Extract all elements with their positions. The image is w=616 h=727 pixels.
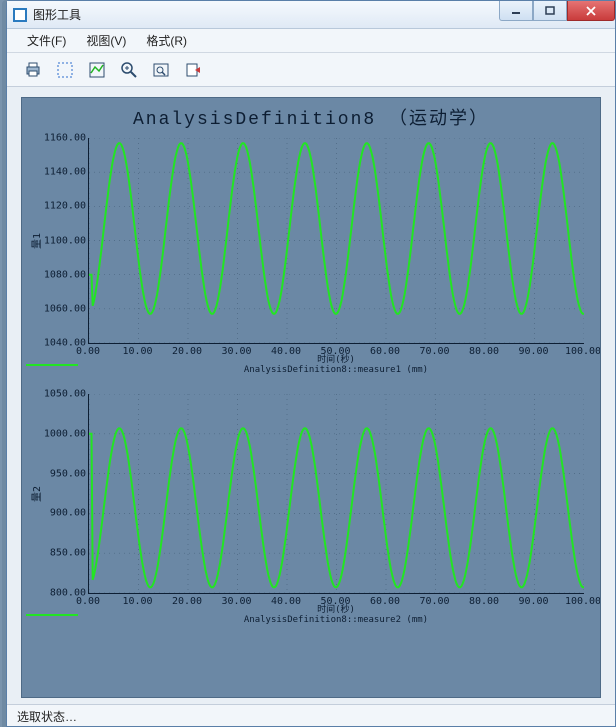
- print-button[interactable]: [21, 58, 45, 82]
- select-region-button[interactable]: [53, 58, 77, 82]
- export-button[interactable]: [181, 58, 205, 82]
- print-icon: [24, 61, 42, 79]
- ylabel-1: 量1: [28, 233, 43, 249]
- legend-line-2: [26, 614, 78, 616]
- xtick: 10.00: [122, 596, 152, 607]
- menu-format[interactable]: 格式(R): [138, 30, 195, 51]
- ytick: 1140.00: [44, 167, 86, 178]
- ytick: 950.00: [50, 468, 86, 479]
- plot-measure1[interactable]: 量1 时间(秒) AnalysisDefinition8::measure1 (…: [66, 134, 590, 380]
- xtick: 20.00: [172, 346, 202, 357]
- plot-measure2[interactable]: 量2 时间(秒) AnalysisDefinition8::measure2 (…: [66, 390, 590, 630]
- maximize-button[interactable]: [533, 1, 567, 21]
- xtick: 100.00: [565, 596, 601, 607]
- close-icon: [585, 6, 597, 16]
- ytick: 1000.00: [44, 428, 86, 439]
- axes-1: [88, 138, 584, 344]
- ytick: 1100.00: [44, 235, 86, 246]
- chart-title: AnalysisDefinition8 （运动学）: [22, 98, 600, 132]
- xtick: 30.00: [221, 346, 251, 357]
- xtick: 10.00: [122, 346, 152, 357]
- xtick: 40.00: [271, 596, 301, 607]
- xtick: 90.00: [518, 346, 548, 357]
- xtick: 90.00: [518, 596, 548, 607]
- xtick: 0.00: [76, 346, 100, 357]
- menu-view[interactable]: 视图(V): [78, 30, 134, 51]
- plot-svg-1: [89, 138, 584, 343]
- app-icon: [13, 8, 27, 22]
- ytick: 900.00: [50, 508, 86, 519]
- toggle-series-button[interactable]: [85, 58, 109, 82]
- minimize-button[interactable]: [499, 1, 533, 21]
- status-text: 选取状态…: [17, 710, 77, 724]
- statusbar: 选取状态…: [7, 704, 615, 726]
- axes-2: [88, 394, 584, 594]
- ylabel-2: 量2: [28, 486, 43, 502]
- xtick: 0.00: [76, 596, 100, 607]
- ytick: 1120.00: [44, 201, 86, 212]
- xtick: 30.00: [221, 596, 251, 607]
- subcaption-1: AnalysisDefinition8::measure1 (mm): [88, 366, 584, 376]
- xtick: 60.00: [370, 346, 400, 357]
- app-window: 图形工具 文件(F) 视图(V) 格式(R): [6, 0, 616, 727]
- toggle-series-icon: [88, 61, 106, 79]
- menu-file[interactable]: 文件(F): [19, 30, 74, 51]
- ytick: 1080.00: [44, 269, 86, 280]
- maximize-icon: [545, 6, 555, 16]
- zoom-icon: [120, 61, 138, 79]
- minimize-icon: [511, 6, 521, 16]
- titlebar[interactable]: 图形工具: [7, 1, 615, 29]
- subcaption-2: AnalysisDefinition8::measure2 (mm): [88, 616, 584, 626]
- xtick: 70.00: [419, 346, 449, 357]
- toolbar: [7, 53, 615, 87]
- ytick: 1060.00: [44, 303, 86, 314]
- zoom-fit-button[interactable]: [149, 58, 173, 82]
- legend-line-1: [26, 364, 78, 366]
- xtick: 50.00: [320, 346, 350, 357]
- plot-svg-2: [89, 394, 584, 593]
- ytick: 1160.00: [44, 133, 86, 144]
- xlabel-1: 时间(秒) AnalysisDefinition8::measure1 (mm): [88, 356, 584, 376]
- zoom-fit-icon: [152, 61, 170, 79]
- ytick: 1050.00: [44, 389, 86, 400]
- xtick: 70.00: [419, 596, 449, 607]
- window-buttons: [499, 1, 615, 21]
- xtick: 20.00: [172, 596, 202, 607]
- menubar: 文件(F) 视图(V) 格式(R): [7, 29, 615, 53]
- xlabel-2: 时间(秒) AnalysisDefinition8::measure2 (mm): [88, 606, 584, 626]
- window-title: 图形工具: [33, 6, 81, 23]
- zoom-button[interactable]: [117, 58, 141, 82]
- xtick: 60.00: [370, 596, 400, 607]
- xtick: 80.00: [469, 346, 499, 357]
- close-button[interactable]: [567, 1, 615, 21]
- xtick: 80.00: [469, 596, 499, 607]
- ytick: 850.00: [50, 548, 86, 559]
- xtick: 40.00: [271, 346, 301, 357]
- xtick: 100.00: [565, 346, 601, 357]
- select-region-icon: [56, 61, 74, 79]
- export-icon: [184, 61, 202, 79]
- chart-viewport: AnalysisDefinition8 （运动学） 量1 时间(秒) Analy…: [21, 97, 601, 698]
- xtick: 50.00: [320, 596, 350, 607]
